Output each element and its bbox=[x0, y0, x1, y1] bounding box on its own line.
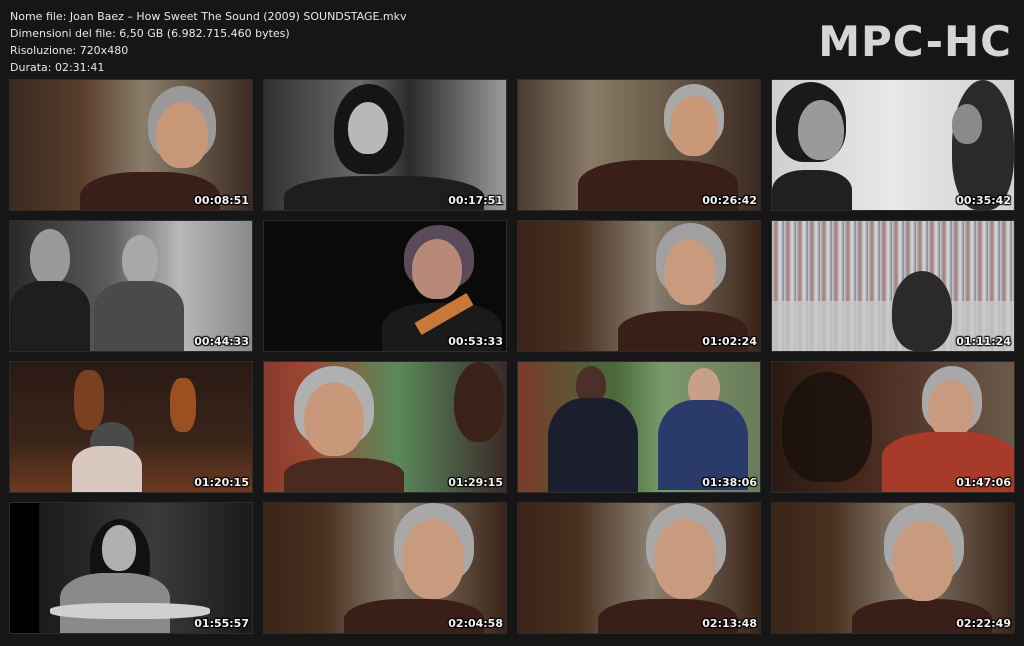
timestamp: 01:47:06 bbox=[956, 476, 1011, 489]
thumbnail-9[interactable]: 01:20:15 bbox=[9, 361, 253, 493]
timestamp: 01:29:15 bbox=[448, 476, 503, 489]
timestamp: 01:38:06 bbox=[702, 476, 757, 489]
thumbnail-3[interactable]: 00:26:42 bbox=[517, 79, 761, 211]
timestamp: 00:35:42 bbox=[956, 194, 1011, 207]
thumbnail-16[interactable]: 02:22:49 bbox=[771, 502, 1015, 634]
timestamp: 02:04:58 bbox=[448, 617, 503, 630]
thumbnail-2[interactable]: 00:17:51 bbox=[263, 79, 507, 211]
thumbnail-14[interactable]: 02:04:58 bbox=[263, 502, 507, 634]
timestamp: 01:02:24 bbox=[702, 335, 757, 348]
timestamp: 02:22:49 bbox=[956, 617, 1011, 630]
file-duration: Durata: 02:31:41 bbox=[10, 61, 105, 74]
thumbnail-8[interactable]: 01:11:24 bbox=[771, 220, 1015, 352]
timestamp: 01:11:24 bbox=[956, 335, 1011, 348]
timestamp: 02:13:48 bbox=[702, 617, 757, 630]
thumbnail-6[interactable]: 00:53:33 bbox=[263, 220, 507, 352]
timestamp: 00:26:42 bbox=[702, 194, 757, 207]
thumbnail-1[interactable]: 00:08:51 bbox=[9, 79, 253, 211]
timestamp: 00:08:51 bbox=[194, 194, 249, 207]
timestamp: 01:55:57 bbox=[194, 617, 249, 630]
thumbnail-grid: 00:08:51 00:17:51 00:26:42 00:35:42 00:4… bbox=[9, 79, 1015, 639]
thumbnail-5[interactable]: 00:44:33 bbox=[9, 220, 253, 352]
timestamp: 00:44:33 bbox=[194, 335, 249, 348]
file-size: Dimensioni del file: 6,50 GB (6.982.715.… bbox=[10, 27, 290, 40]
thumbnail-13[interactable]: 01:55:57 bbox=[9, 502, 253, 634]
file-resolution: Risoluzione: 720x480 bbox=[10, 44, 129, 57]
thumbnail-7[interactable]: 01:02:24 bbox=[517, 220, 761, 352]
mpc-hc-logo: MPC-HC bbox=[818, 17, 1012, 66]
file-info: Nome file: Joan Baez – How Sweet The Sou… bbox=[10, 8, 407, 76]
timestamp: 01:20:15 bbox=[194, 476, 249, 489]
timestamp: 00:17:51 bbox=[448, 194, 503, 207]
thumbnail-4[interactable]: 00:35:42 bbox=[771, 79, 1015, 211]
thumbnail-11[interactable]: 01:38:06 bbox=[517, 361, 761, 493]
file-name: Nome file: Joan Baez – How Sweet The Sou… bbox=[10, 10, 407, 23]
thumbnail-10[interactable]: 01:29:15 bbox=[263, 361, 507, 493]
thumbnail-12[interactable]: 01:47:06 bbox=[771, 361, 1015, 493]
timestamp: 00:53:33 bbox=[448, 335, 503, 348]
thumbnail-15[interactable]: 02:13:48 bbox=[517, 502, 761, 634]
